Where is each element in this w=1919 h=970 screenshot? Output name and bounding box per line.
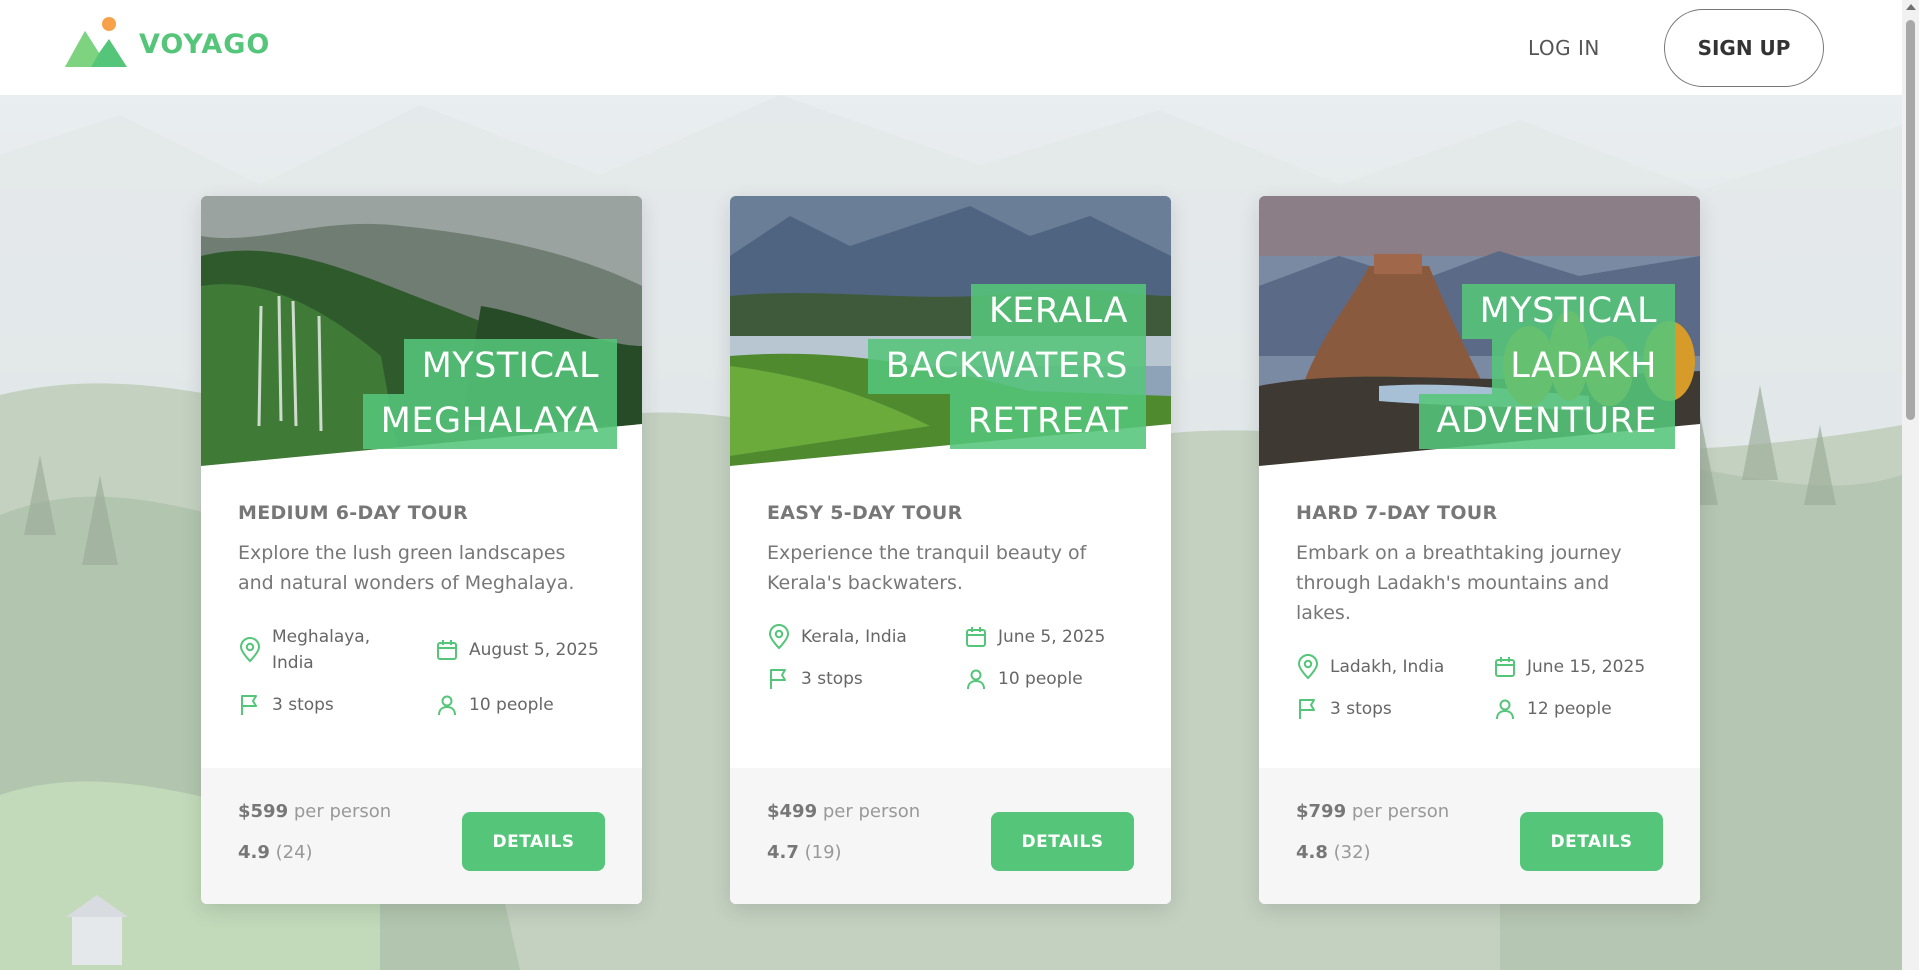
user-icon — [1496, 699, 1514, 720]
details-button[interactable]: DETAILS — [1520, 812, 1663, 871]
tour-stops: 3 stops — [1296, 696, 1493, 722]
tour-description: Experience the tranquil beauty of Kerala… — [767, 542, 1087, 594]
user-icon — [967, 669, 985, 690]
tour-location: Ladakh, India — [1296, 654, 1493, 680]
tour-card: KERALA BACKWATERS RETREAT EASY 5-DAY TOU… — [730, 196, 1171, 904]
card-footer: $799 per person 4.8 (32) DETAILS — [1259, 768, 1700, 904]
tour-rating: 4.9 (24) — [238, 842, 313, 863]
tour-date: June 15, 2025 — [1493, 654, 1663, 680]
site-header: VOYAGO LOG IN SIGN UP — [0, 0, 1902, 95]
tour-price: $599 per person — [238, 801, 392, 822]
tour-title-line: MEGHALAYA — [362, 394, 617, 449]
tour-date: August 5, 2025 — [435, 624, 605, 676]
tour-location: Meghalaya, India — [238, 624, 435, 676]
scroll-thumb[interactable] — [1906, 20, 1915, 420]
calendar-icon — [1495, 657, 1515, 677]
signup-button[interactable]: SIGN UP — [1664, 9, 1824, 87]
tour-difficulty-duration: MEDIUM 6-DAY TOUR — [238, 502, 469, 524]
map-pin-icon — [768, 624, 790, 650]
brand-logo[interactable]: VOYAGO — [63, 15, 270, 69]
card-footer: $499 per person 4.7 (19) DETAILS — [730, 768, 1171, 904]
tour-title: KERALA BACKWATERS RETREAT — [867, 284, 1146, 449]
tour-title-line: KERALA — [970, 284, 1146, 339]
tour-card: MYSTICAL MEGHALAYA MEDIUM 6-DAY TOUR Exp… — [201, 196, 642, 904]
details-button[interactable]: DETAILS — [991, 812, 1134, 871]
tour-card: MYSTICAL LADAKH ADVENTURE HARD 7-DAY TOU… — [1259, 196, 1700, 904]
card-footer: $599 per person 4.9 (24) DETAILS — [201, 768, 642, 904]
tour-title-line: MYSTICAL — [403, 339, 617, 394]
logo-mountain-icon — [63, 15, 129, 69]
flag-icon — [770, 669, 786, 689]
tour-location: Kerala, India — [767, 624, 964, 650]
tour-group-size: 10 people — [964, 666, 1134, 692]
tour-group-size: 12 people — [1493, 696, 1663, 722]
flag-icon — [241, 695, 257, 715]
user-icon — [438, 695, 456, 716]
tour-group-size: 10 people — [435, 692, 605, 718]
tour-difficulty-duration: HARD 7-DAY TOUR — [1296, 502, 1498, 524]
scroll-up-arrow-icon[interactable] — [1906, 4, 1916, 10]
login-button[interactable]: LOG IN — [1528, 36, 1600, 60]
tour-difficulty-duration: EASY 5-DAY TOUR — [767, 502, 963, 524]
tour-price: $499 per person — [767, 801, 921, 822]
tour-stops: 3 stops — [238, 692, 435, 718]
tour-title-line: MYSTICAL — [1461, 284, 1675, 339]
tour-details: Meghalaya, India August 5, 2025 3 stops … — [238, 624, 605, 718]
tour-stops: 3 stops — [767, 666, 964, 692]
tour-date: June 5, 2025 — [964, 624, 1134, 650]
tour-title-line: RETREAT — [949, 394, 1146, 449]
tour-title: MYSTICAL LADAKH ADVENTURE — [1418, 284, 1675, 449]
tour-title-line: BACKWATERS — [867, 339, 1146, 394]
tour-title: MYSTICAL MEGHALAYA — [362, 339, 617, 449]
map-pin-icon — [1297, 654, 1319, 680]
page-scrollbar[interactable] — [1902, 0, 1919, 970]
tour-details: Kerala, India June 5, 2025 3 stops 10 pe… — [767, 624, 1134, 692]
tour-rating: 4.7 (19) — [767, 842, 842, 863]
tour-title-line: ADVENTURE — [1418, 394, 1675, 449]
calendar-icon — [437, 640, 457, 660]
tour-description: Embark on a breathtaking journey through… — [1296, 542, 1622, 624]
calendar-icon — [966, 627, 986, 647]
details-button[interactable]: DETAILS — [462, 812, 605, 871]
tour-title-line: LADAKH — [1492, 339, 1675, 394]
tour-details: Ladakh, India June 15, 2025 3 stops 12 p… — [1296, 654, 1663, 722]
tour-rating: 4.8 (32) — [1296, 842, 1371, 863]
map-pin-icon — [239, 637, 261, 663]
brand-name: VOYAGO — [139, 28, 271, 60]
flag-icon — [1299, 699, 1315, 719]
tour-price: $799 per person — [1296, 801, 1450, 822]
tour-description: Explore the lush green landscapes and na… — [238, 542, 575, 594]
